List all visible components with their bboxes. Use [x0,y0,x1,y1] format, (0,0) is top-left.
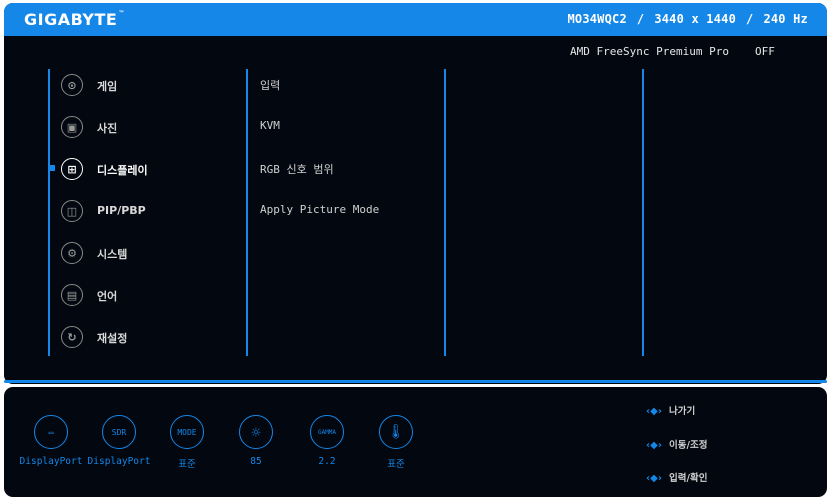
osd-main-panel: GIGABYTE™ MO34WQC2 / 3440 x 1440 / 240 Hz AM… [4,3,827,384]
menu-item-language[interactable]: ▤ 언어 [61,284,241,310]
column-divider [246,69,248,356]
title-bar: GIGABYTE™ MO34WQC2 / 3440 x 1440 / 240 Hz [4,3,827,36]
submenu-item-kvm[interactable]: KVM [260,119,280,132]
stat-hdr: SDR DisplayPort [82,415,156,467]
freesync-status: AMD FreeSync Premium Pro OFF [570,45,775,58]
temperature-icon: 🌡 [379,415,413,449]
gear-icon: ⚙ [61,242,83,264]
stat-mode: MODE 표준 [150,415,224,470]
menu-item-label: 언어 [97,290,118,303]
stat-value: 85 [250,456,262,467]
menu-item-reset[interactable]: ↻ 재설정 [61,326,241,352]
brightness-icon: ☼ [239,415,273,449]
active-item-marker [49,165,55,171]
brand-logo: GIGABYTE™ [24,10,125,29]
picture-icon: ▣ [61,116,83,138]
submenu-item-apply-picture-mode[interactable]: Apply Picture Mode [260,203,379,216]
reset-icon: ↻ [61,326,83,348]
menu-item-label: 재설정 [97,332,128,345]
separator: / [746,12,754,26]
menu-item-picture[interactable]: ▣ 사진 [61,116,241,142]
hint-label: 나가기 [669,406,696,417]
model-name: MO34WQC2 [567,12,627,26]
hint-label: 이동/조정 [669,440,708,451]
stat-value: 표준 [178,459,196,470]
menu-item-label: 게임 [97,80,118,93]
stat-input: ▭ DisplayPort [14,415,88,467]
stat-value: 2.2 [318,456,336,467]
menu-item-label: 사진 [97,122,118,135]
status-panel: ▭ DisplayPort SDR DisplayPort MODE 표준 ☼ … [4,387,827,497]
resolution: 3440 x 1440 [654,12,736,26]
menu-item-game[interactable]: ⊙ 게임 [61,74,241,100]
separator: / [636,12,645,26]
menu-item-label: PIP/PBP [97,204,146,217]
gamepad-icon: ⊙ [61,74,83,96]
menu-item-label: 디스플레이 [97,164,148,177]
hint-exit: ‹◆› 나가기 [645,403,695,417]
gamma-icon: GAMMA [310,415,344,449]
column-divider [642,69,644,356]
hint-move-adjust: ‹◆› 이동/조정 [645,437,707,451]
column-divider [48,69,50,356]
save-icon: ▤ [61,284,83,306]
stat-value: 표준 [387,459,405,470]
menu-item-label: 시스템 [97,248,128,261]
stat-value: DisplayPort [87,456,151,467]
joystick-icon: ‹◆› [646,473,662,484]
column-divider [444,69,446,356]
menu-item-system[interactable]: ⚙ 시스템 [61,242,241,268]
sdr-icon: SDR [102,415,136,449]
freesync-value: OFF [754,45,775,58]
display-icon: ⊞ [61,158,83,180]
menu-item-display[interactable]: ⊞ 디스플레이 [61,158,241,184]
hint-enter-confirm: ‹◆› 입력/확인 [645,470,707,484]
menu-item-pip-pbp[interactable]: ◫ PIP/PBP [61,200,241,226]
mode-icon: MODE [170,415,204,449]
stat-value: DisplayPort [19,456,83,467]
refresh-rate: 240 Hz [763,12,808,26]
freesync-label: AMD FreeSync Premium Pro [570,45,729,58]
submenu-item-rgb-range[interactable]: RGB 신호 범위 [260,161,334,177]
joystick-icon: ‹◆› [646,406,662,417]
stat-gamma: GAMMA 2.2 [290,415,364,467]
panel-separator [4,380,827,383]
input-port-icon: ▭ [34,415,68,449]
stat-color-temp: 🌡 표준 [359,415,433,470]
submenu-item-input[interactable]: 입력 [260,77,280,93]
model-info: MO34WQC2 / 3440 x 1440 / 240 Hz [562,12,813,26]
stat-brightness: ☼ 85 [219,415,293,467]
pip-icon: ◫ [61,200,83,222]
hint-label: 입력/확인 [669,473,708,484]
joystick-icon: ‹◆› [646,440,662,451]
